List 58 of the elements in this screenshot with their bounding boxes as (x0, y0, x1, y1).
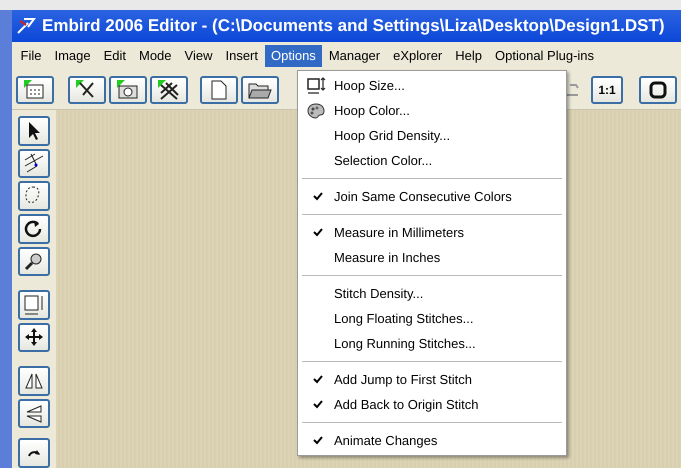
rotate-tool[interactable] (18, 214, 50, 244)
menu-item[interactable]: Measure in Inches (298, 245, 566, 270)
mirror-vertical-tool[interactable] (18, 398, 50, 428)
menu-item[interactable]: Image (48, 45, 98, 67)
menu-item[interactable]: Animate Changes (298, 428, 566, 453)
new-file-button[interactable] (200, 76, 238, 104)
camera-icon (116, 78, 140, 100)
cross-stitch-button[interactable] (150, 76, 188, 104)
needle-icon (16, 17, 36, 35)
window-title: Embird 2006 Editor - (C:\Documents and Settings\Liza\Desktop\Design1.DST) (42, 15, 664, 38)
resize-icon (23, 294, 45, 316)
open-folder-button[interactable] (241, 76, 279, 104)
lasso-tool[interactable] (18, 181, 50, 211)
menu-item[interactable]: Measure in Millimeters (298, 220, 566, 245)
menu-item[interactable]: Help (448, 45, 489, 67)
magnifier-icon (24, 251, 44, 272)
menu-item[interactable]: Join Same Consecutive Colors (298, 184, 566, 209)
pen-button[interactable] (68, 76, 106, 104)
cross-stitch-icon (157, 78, 181, 100)
stitch-lines-icon (23, 152, 45, 174)
menu-item[interactable]: Selection Color... (298, 148, 566, 173)
menu-item[interactable]: Options (264, 45, 322, 67)
shape-button[interactable] (639, 76, 677, 104)
resize-tool[interactable] (18, 290, 50, 320)
move-icon (24, 327, 44, 348)
menu-item[interactable]: eXplorer (386, 45, 449, 67)
menu-item[interactable]: File (14, 45, 48, 67)
menu-item[interactable]: Edit (97, 45, 132, 67)
zoom-tool[interactable] (18, 246, 50, 276)
select-tool[interactable] (18, 116, 50, 146)
actual-size-button[interactable]: 1:1 (591, 76, 623, 104)
move-tool[interactable] (18, 322, 50, 352)
menu-item[interactable]: Long Floating Stitches... (298, 306, 566, 331)
menu-item[interactable]: Add Back to Origin Stitch (298, 392, 566, 417)
menu-item[interactable]: Long Running Stitches... (298, 331, 566, 356)
palette-icon (307, 102, 325, 118)
folder-grid-button[interactable] (16, 76, 54, 104)
menu-item[interactable]: Mode (132, 45, 178, 67)
rounded-square-icon (649, 80, 667, 98)
menu-item[interactable]: Manager (322, 45, 387, 67)
stitch-edit-tool[interactable] (18, 148, 50, 178)
mirror-horizontal-tool[interactable] (18, 366, 50, 396)
mirror-icon (24, 404, 44, 424)
menu-item[interactable]: Optional Plug-ins (488, 45, 601, 67)
document-icon (211, 80, 227, 100)
menu-item[interactable]: Stitch Density... (298, 281, 566, 306)
menu-item[interactable]: View (178, 45, 219, 67)
menu-item[interactable]: Add Jump to First Stitch (298, 367, 566, 392)
arrow-pointer-icon (26, 120, 42, 141)
menu-item[interactable]: Hoop Grid Density... (298, 123, 566, 148)
rotate-icon (24, 218, 44, 239)
hoop-size-icon (306, 76, 326, 94)
menu-item[interactable]: Insert (218, 45, 264, 67)
rotate-tool[interactable] (18, 438, 50, 468)
menu-item[interactable]: Hoop Size... (298, 73, 566, 98)
rotate-icon (27, 449, 41, 458)
menu-item[interactable]: Hoop Color... (298, 98, 566, 123)
camera-button[interactable] (109, 76, 147, 104)
